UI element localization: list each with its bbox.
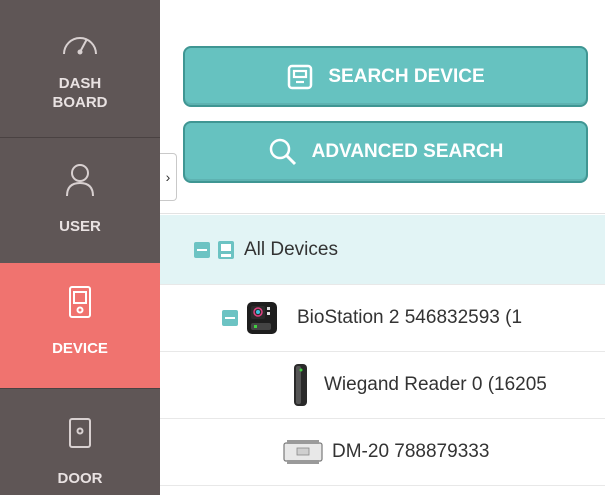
sidebar: DASH BOARD USER DEVICE DOOR [0,0,160,495]
sidebar-item-dashboard-label-1: DASH [58,75,102,92]
sidebar-item-dashboard[interactable]: DASH BOARD [0,12,160,138]
tree-row-all-devices[interactable]: All Devices [160,215,605,285]
tree-root-label: All Devices [244,238,338,260]
sidebar-item-user[interactable]: USER [0,139,160,263]
device-icon [68,285,92,323]
search-icon [268,137,298,167]
dm20-label: DM-20 788879333 [332,441,490,462]
sidebar-item-user-label: USER [59,218,101,235]
tree-row-wiegand-reader[interactable]: Wiegand Reader 0 (16205 [160,352,605,419]
wiegand-reader-label: Wiegand Reader 0 (16205 [324,374,547,395]
advanced-search-label: ADVANCED SEARCH [311,141,504,162]
tree-row-biostation[interactable]: BioStation 2 546832593 (1 [160,285,605,352]
sidebar-item-device-label: DEVICE [52,340,108,357]
devices-group-icon [217,240,235,260]
tree-row-dm20[interactable]: DM-20 788879333 [160,419,605,486]
tree-row-partial [160,486,605,495]
sidebar-item-door-label: DOOR [57,470,103,487]
sidebar-collapse-toggle[interactable]: › [160,153,177,201]
advanced-search-button[interactable]: ADVANCED SEARCH [183,121,588,183]
device-search-icon [286,63,314,91]
collapse-icon[interactable] [222,310,238,326]
collapse-icon[interactable] [194,241,210,258]
dm20-module-icon [283,440,323,464]
divider [160,213,605,214]
gauge-icon [60,30,100,60]
door-icon [68,417,92,453]
wiegand-reader-icon [290,363,310,407]
sidebar-item-dashboard-label-2: BOARD [52,94,108,111]
sidebar-item-device[interactable]: DEVICE [0,263,160,388]
biostation-label: BioStation 2 546832593 (1 [297,307,523,328]
user-icon [65,163,95,201]
search-device-label: SEARCH DEVICE [328,65,485,87]
biostation-icon [245,301,279,335]
sidebar-item-door[interactable]: DOOR [0,388,160,495]
search-device-button[interactable]: SEARCH DEVICE [183,46,588,107]
